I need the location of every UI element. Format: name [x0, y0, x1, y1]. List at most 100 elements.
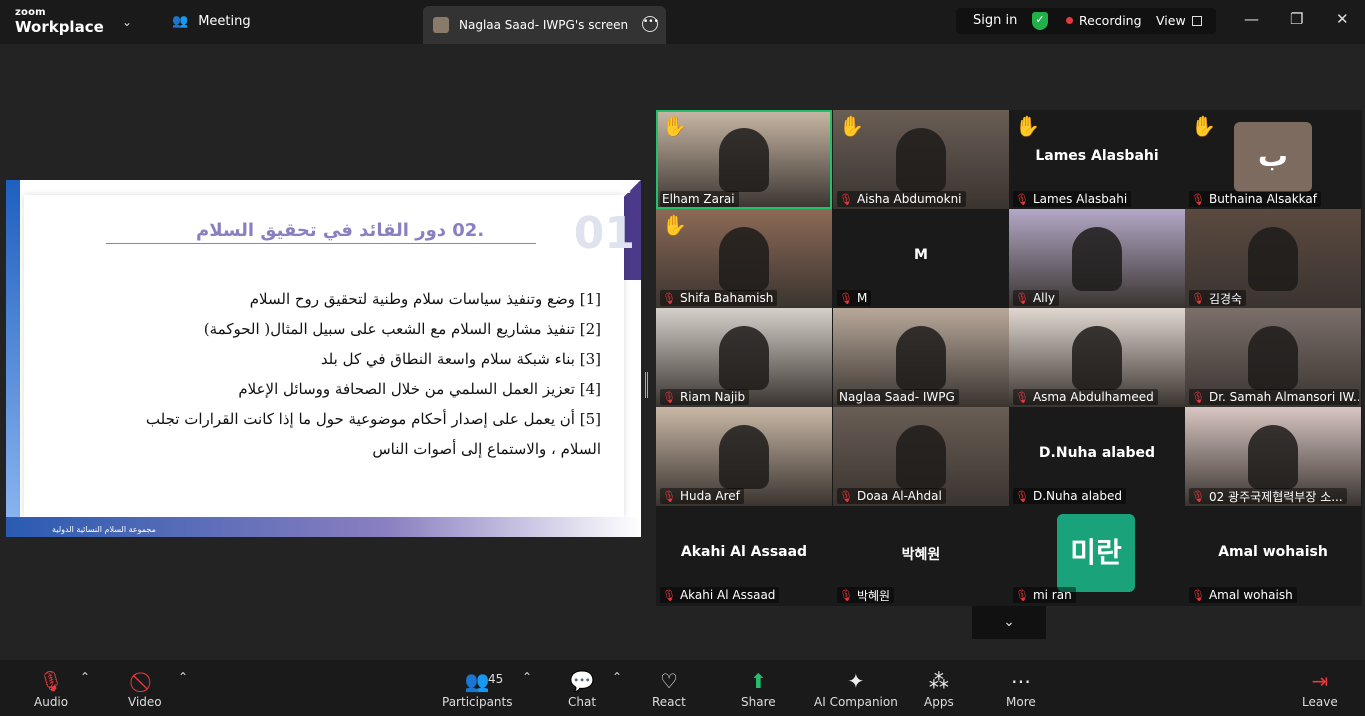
- chevron-down-icon[interactable]: ⌄: [122, 15, 132, 29]
- participant-name-label: 🎙 Aisha Abdumokni: [837, 191, 966, 207]
- participant-tile[interactable]: 박혜원 🎙 박혜원: [833, 506, 1009, 605]
- mic-muted-icon: 🎙: [1191, 390, 1205, 404]
- participant-name: 02 광주국제협력부장 소...: [1208, 489, 1343, 504]
- participant-name: Naglaa Saad- IWPG: [839, 390, 955, 404]
- chat-icon: 💬: [569, 669, 595, 693]
- meeting-icon: 👥: [172, 14, 189, 29]
- participant-display-name: D.Nuha alabed: [1038, 445, 1156, 461]
- participant-tile[interactable]: 🎙 02 광주국제협력부장 소...: [1185, 407, 1361, 506]
- recording-indicator[interactable]: Recording: [1066, 13, 1142, 28]
- mic-muted-icon: 🎙: [1191, 291, 1205, 305]
- participant-tile[interactable]: ✋ 🎙 Aisha Abdumokni: [833, 110, 1009, 209]
- participant-tile[interactable]: 🎙 Doaa Al-Ahdal: [833, 407, 1009, 506]
- participant-display-name: M: [914, 247, 928, 263]
- leave-icon: ⇥: [1311, 669, 1329, 693]
- apps-button[interactable]: ⁂ Apps: [924, 670, 954, 709]
- more-button[interactable]: ⋯ More: [1006, 670, 1036, 709]
- slide-accent: [6, 180, 20, 537]
- slide-line: [2] تنفيذ مشاريع السلام مع الشعب على سبي…: [203, 320, 601, 338]
- participant-name: Shifa Bahamish: [679, 291, 774, 305]
- slide-body: [1] وضع وتنفيذ سياسات سلام وطنية لتحقيق …: [126, 284, 601, 464]
- react-label: React: [652, 695, 686, 709]
- participant-name: M: [856, 291, 868, 305]
- share-icon: ⬆: [749, 669, 767, 693]
- mic-muted-icon: 🎙: [662, 588, 676, 602]
- participant-tile[interactable]: Amal wohaish 🎙 Amal wohaish: [1185, 506, 1361, 605]
- video-feed: [719, 128, 769, 192]
- slide-tag: IWPG تعليم السلام: [566, 186, 631, 195]
- participant-name-label: 🎙 Akahi Al Assaad: [660, 587, 780, 603]
- slide-number: 01: [573, 208, 635, 259]
- slide-title: .02 دور القائد في تحقيق السلام: [196, 220, 485, 241]
- audio-button[interactable]: 🎙 Audio: [34, 670, 68, 709]
- video-feed: [719, 425, 769, 489]
- chevron-down-icon[interactable]: ⌄: [972, 606, 1046, 639]
- apps-icon: ⁂: [928, 669, 949, 693]
- video-feed: [896, 425, 946, 489]
- participant-name: Akahi Al Assaad: [679, 588, 776, 602]
- participant-name-label: 🎙 D.Nuha alabed: [1013, 488, 1127, 504]
- participant-tile[interactable]: D.Nuha alabed 🎙 D.Nuha alabed: [1009, 407, 1185, 506]
- participant-tile[interactable]: ✋ Elham Zarai: [656, 110, 832, 209]
- participant-tile[interactable]: M 🎙 M: [833, 209, 1009, 308]
- video-off-icon: ⃠: [128, 670, 162, 692]
- minimize-icon[interactable]: —: [1244, 10, 1259, 28]
- participant-tile[interactable]: 🎙 Ally: [1009, 209, 1185, 308]
- ai-companion-button[interactable]: ✦ AI Companion: [814, 670, 898, 709]
- chevron-up-icon[interactable]: ⌃: [80, 670, 90, 684]
- participant-tile[interactable]: ✋ 🎙 Shifa Bahamish: [656, 209, 832, 308]
- restore-icon[interactable]: ❐: [1290, 10, 1303, 28]
- slide-footer-text: مجموعة السلام النسائية الدولية: [52, 525, 156, 534]
- share-button[interactable]: ⬆ Share: [741, 670, 776, 709]
- participant-gallery: ✋ Elham Zarai ✋ 🎙 Aisha Abdumokni Lames Alasb…: [656, 110, 1362, 606]
- mic-muted-icon: 🎙: [1191, 192, 1205, 206]
- video-feed: [896, 326, 946, 390]
- shared-screen: IWPG تعليم السلام 01 .02 دور القائد في ت…: [6, 180, 641, 537]
- mic-muted-icon: 🎙: [38, 669, 64, 693]
- more-icon: ⋯: [1010, 669, 1031, 693]
- grid-icon: [1191, 15, 1202, 26]
- apps-label: Apps: [924, 695, 954, 709]
- participant-tile[interactable]: Akahi Al Assaad 🎙 Akahi Al Assaad: [656, 506, 832, 605]
- participant-tile[interactable]: 🎙 Asma Abdulhameed: [1009, 308, 1185, 407]
- participant-name-label: Naglaa Saad- IWPG: [837, 389, 959, 405]
- leave-button[interactable]: ⇥ Leave: [1302, 670, 1338, 709]
- chevron-up-icon[interactable]: ⌃: [178, 670, 188, 684]
- screen-tab-label: Naglaa Saad- IWPG's screen: [459, 18, 629, 32]
- participant-name-label: 🎙 박혜원: [837, 587, 895, 603]
- participant-tile[interactable]: 🎙 Dr. Samah Almansori IW...: [1185, 308, 1361, 407]
- slide-line: [4] تعزيز العمل السلمي من خلال الصحافة و…: [238, 380, 601, 398]
- react-button[interactable]: ♡ React: [652, 670, 686, 709]
- more-icon[interactable]: •••: [642, 16, 659, 32]
- participant-tile[interactable]: Lames Alasbahi ✋ 🎙 Lames Alasbahi: [1009, 110, 1185, 209]
- heart-icon: ♡: [659, 669, 678, 693]
- participant-name-label: 🎙 Doaa Al-Ahdal: [837, 488, 946, 504]
- participant-tile[interactable]: 미란 🎙 mi ran: [1009, 506, 1185, 605]
- participant-tile[interactable]: 🎙 Huda Aref: [656, 407, 832, 506]
- audio-label: Audio: [34, 695, 69, 709]
- participant-tile[interactable]: ب ✋ 🎙 Buthaina Alsakkaf: [1185, 110, 1361, 209]
- participant-tile[interactable]: Naglaa Saad- IWPG: [833, 308, 1009, 407]
- screen-share-tab[interactable]: Naglaa Saad- IWPG's screen •••: [423, 6, 666, 44]
- close-icon[interactable]: ✕: [1336, 10, 1349, 28]
- video-button[interactable]: ⃠ Video: [128, 670, 162, 709]
- mic-muted-icon: 🎙: [1015, 291, 1029, 305]
- shield-icon[interactable]: ✓: [1032, 12, 1048, 30]
- mic-muted-icon: 🎙: [662, 390, 676, 404]
- chevron-up-icon[interactable]: ⌃: [612, 670, 622, 684]
- sign-in-button[interactable]: Sign in: [973, 13, 1017, 28]
- view-button[interactable]: View: [1156, 13, 1202, 28]
- participant-tile[interactable]: 🎙 김경숙: [1185, 209, 1361, 308]
- resize-handle[interactable]: [645, 372, 648, 398]
- video-feed: [1248, 425, 1298, 489]
- more-label: More: [1006, 695, 1036, 709]
- participant-name: mi ran: [1032, 588, 1072, 602]
- video-feed: [896, 128, 946, 192]
- recording-dot-icon: [1066, 17, 1073, 24]
- participant-tile[interactable]: 🎙 Riam Najib: [656, 308, 832, 407]
- chat-button[interactable]: 💬 Chat: [568, 670, 596, 709]
- chevron-up-icon[interactable]: ⌃: [522, 670, 532, 684]
- meeting-button[interactable]: 👥 Meeting: [172, 14, 251, 29]
- avatar: 미란: [1057, 514, 1135, 592]
- participant-name: 박혜원: [856, 588, 891, 603]
